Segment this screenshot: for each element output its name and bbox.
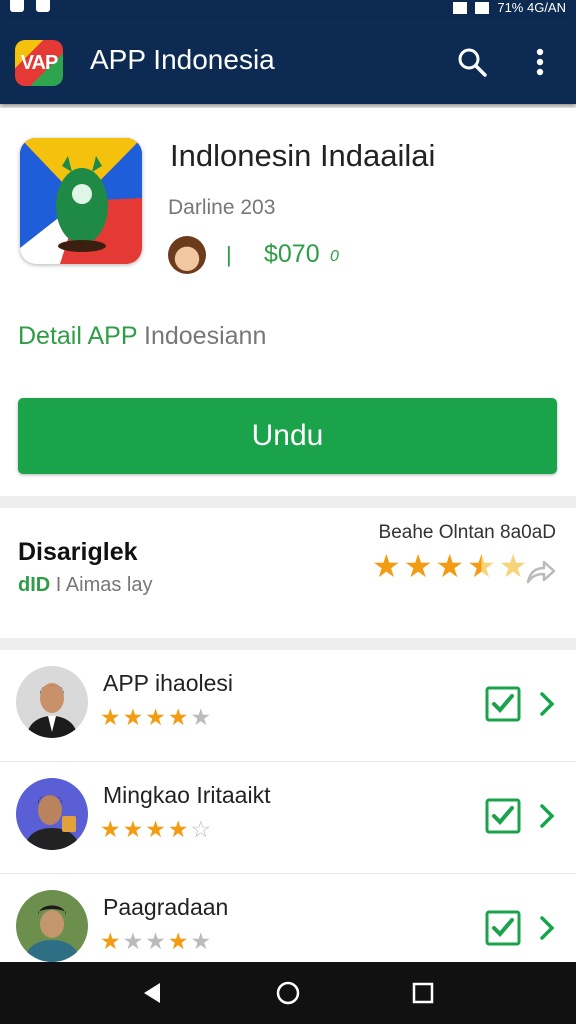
- detail-rest: Indoesiann: [144, 322, 267, 350]
- star-icon: ★: [167, 928, 189, 954]
- app-bar: VAP APP Indonesia: [0, 18, 576, 104]
- list-item-name: Paagradaan: [103, 894, 229, 920]
- star-icon: ★: [372, 548, 401, 584]
- avatar: [16, 778, 88, 850]
- app-header-card: Indlonesin Indaailai Darline 203 | $070 …: [0, 108, 576, 496]
- star-half-icon: ★: [467, 548, 496, 584]
- rating-sub-accent: dID: [18, 574, 51, 596]
- star-icon: ★: [122, 704, 144, 730]
- checkbox-checked-icon[interactable]: [485, 798, 521, 834]
- app-title: Indlonesin Indaailai: [170, 138, 436, 173]
- rating-label: Beahe Olntan 8a0aD: [378, 522, 556, 543]
- detail-accent: Detail APP: [18, 322, 138, 350]
- checkbox-checked-icon[interactable]: [485, 910, 521, 946]
- star-icon: ★: [403, 548, 433, 584]
- developer-avatar: [168, 236, 206, 274]
- notification-icon: [10, 0, 24, 12]
- list-item-stars: ★ ★ ★ ★ ★: [100, 930, 211, 953]
- avatar: [16, 666, 88, 738]
- checkbox-checked-icon[interactable]: [485, 686, 521, 722]
- star-icon: ★: [100, 816, 121, 842]
- star-empty-icon: ★: [122, 928, 144, 954]
- chevron-right-icon[interactable]: [536, 690, 558, 718]
- app-icon: [20, 138, 142, 264]
- star-empty-icon: ★: [190, 704, 212, 730]
- app-logo[interactable]: VAP: [15, 40, 63, 86]
- star-icon: ★: [145, 704, 166, 730]
- status-right: 71% 4G/AN: [453, 0, 566, 15]
- list-item-name: APP ihaolesi: [103, 670, 233, 696]
- star-icon: ★: [100, 928, 121, 954]
- home-icon[interactable]: [273, 978, 303, 1008]
- rating-card: Disariglek dID I Aimas lay Beahe Olntan …: [0, 508, 576, 638]
- share-icon[interactable]: [524, 556, 556, 588]
- search-icon[interactable]: [456, 46, 488, 78]
- status-text: 71% 4G/AN: [497, 0, 566, 15]
- signal-icon: [475, 1, 490, 14]
- app-detail-link[interactable]: Detail APP Indoesiann: [18, 322, 266, 351]
- list-item[interactable]: Mingkao Iritaaikt ★ ★ ★ ★ ☆: [0, 762, 576, 874]
- rating-sub-rest: I Aimas lay: [55, 574, 153, 596]
- star-empty-icon: ★: [145, 928, 166, 954]
- rating-subtitle: dID I Aimas lay: [18, 574, 152, 597]
- back-icon[interactable]: [138, 978, 168, 1008]
- star-icon: ★: [167, 704, 189, 730]
- more-vert-icon[interactable]: [528, 44, 552, 80]
- notification-icon: [36, 0, 50, 12]
- star-icon: ★: [122, 816, 144, 842]
- avatar: [16, 890, 88, 962]
- recents-icon[interactable]: [408, 978, 438, 1008]
- rating-title: Disariglek: [18, 538, 138, 566]
- star-icon: ★: [167, 816, 189, 842]
- install-button[interactable]: Undu: [18, 398, 557, 474]
- wifi-icon: [453, 1, 468, 14]
- list-item[interactable]: APP ihaolesi ★ ★ ★ ★ ★: [0, 650, 576, 762]
- rating-stars[interactable]: ★ ★ ★ ★ ★: [372, 550, 527, 582]
- star-icon: ★: [100, 704, 121, 730]
- app-price: $070: [264, 240, 320, 268]
- chevron-right-icon[interactable]: [536, 914, 558, 942]
- status-bar: 71% 4G/AN: [0, 0, 576, 18]
- status-left-icons: [10, 0, 50, 12]
- star-icon: ★: [435, 548, 465, 584]
- related-list: APP ihaolesi ★ ★ ★ ★ ★ Mingkao Iritaaikt ★ ★ ★…: [0, 650, 576, 962]
- list-item-name: Mingkao Iritaaikt: [103, 782, 271, 808]
- list-item-stars: ★ ★ ★ ★ ☆: [100, 818, 211, 841]
- list-item[interactable]: Paagradaan ★ ★ ★ ★ ★: [0, 874, 576, 962]
- star-icon: ★: [145, 816, 166, 842]
- star-empty-icon: ☆: [190, 816, 212, 842]
- chevron-right-icon[interactable]: [536, 802, 558, 830]
- list-item-stars: ★ ★ ★ ★ ★: [100, 706, 211, 729]
- price-separator: |: [226, 242, 232, 267]
- developer-name[interactable]: Darline 203: [168, 196, 275, 220]
- app-bar-title: APP Indonesia: [90, 44, 275, 75]
- star-empty-icon: ★: [190, 928, 212, 954]
- price-info: 0: [330, 248, 339, 265]
- system-nav-bar: [0, 962, 576, 1024]
